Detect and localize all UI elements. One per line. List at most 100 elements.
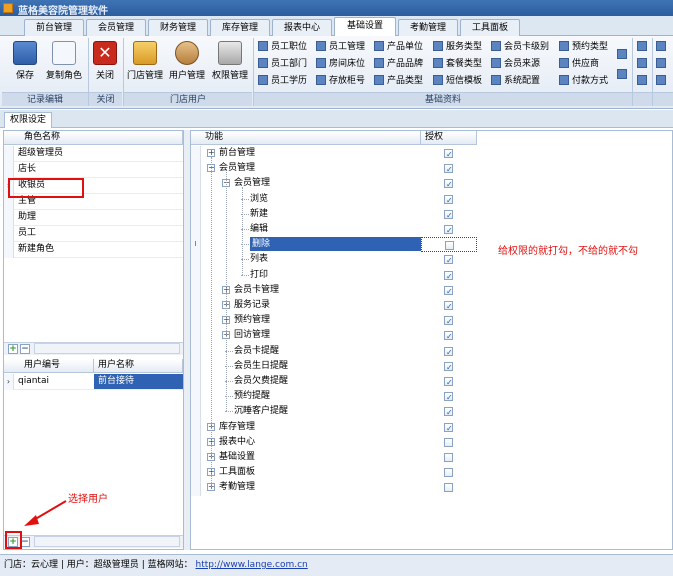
authorize-checkbox[interactable] xyxy=(444,391,453,405)
role-row[interactable]: 助理 xyxy=(14,210,183,226)
btn-overflow-4[interactable] xyxy=(656,40,669,55)
permission-row[interactable]: + 库存管理 xyxy=(191,419,672,436)
close-button[interactable]: ✕ 关闭 xyxy=(90,39,120,87)
permission-row[interactable]: + 服务记录 xyxy=(191,298,672,314)
authorize-checkbox[interactable] xyxy=(444,270,453,284)
authorize-checkbox[interactable] xyxy=(444,163,453,177)
add-role-button[interactable]: + xyxy=(8,344,18,354)
authorize-checkbox[interactable] xyxy=(444,361,453,375)
btn-overflow-3[interactable] xyxy=(637,74,650,89)
permission-row[interactable]: 打印 xyxy=(191,267,672,284)
authorize-checkbox[interactable] xyxy=(444,376,453,390)
authorize-checkbox[interactable] xyxy=(444,209,453,223)
permission-row[interactable]: 预约提醒 xyxy=(191,389,672,405)
authorize-checkbox[interactable] xyxy=(444,178,453,192)
permission-label: 基础设置 xyxy=(219,452,256,462)
role-row[interactable]: 超级管理员 xyxy=(14,146,183,162)
permission-row[interactable]: 新建 xyxy=(191,206,672,223)
btn-more-bottom[interactable] xyxy=(617,68,630,83)
permission-row[interactable]: 沉睡客户提醒 xyxy=(191,404,672,420)
btn-overflow-5[interactable] xyxy=(656,57,669,72)
authorize-checkbox[interactable] xyxy=(444,224,453,238)
permission-row[interactable]: + 工具面板 xyxy=(191,465,672,481)
btn-package-type[interactable]: 套餐类型 xyxy=(433,57,482,72)
role-row[interactable]: 店长 xyxy=(14,162,183,178)
btn-supplier[interactable]: 供应商 xyxy=(559,57,599,72)
btn-employee-department[interactable]: 员工部门 xyxy=(258,57,307,72)
authorize-checkbox[interactable] xyxy=(444,346,453,360)
authorize-checkbox[interactable] xyxy=(444,148,453,162)
tab-tools[interactable]: 工具面板 xyxy=(460,19,520,36)
users-hscrollbar[interactable] xyxy=(34,536,180,547)
btn-room-bed[interactable]: 房间床位 xyxy=(316,57,365,72)
authorize-checkbox[interactable] xyxy=(444,422,453,436)
btn-more-top[interactable] xyxy=(617,48,630,63)
btn-product-brand[interactable]: 产品品牌 xyxy=(374,57,423,72)
btn-locker[interactable]: 存放柜号 xyxy=(316,74,365,89)
authorize-checkbox[interactable] xyxy=(444,437,453,447)
delete-role-button[interactable]: − xyxy=(20,344,30,354)
authorize-checkbox[interactable] xyxy=(444,468,453,478)
list-icon xyxy=(433,41,443,51)
permission-row[interactable]: + 会员卡管理 xyxy=(191,282,672,299)
authorize-checkbox[interactable] xyxy=(444,285,453,299)
tab-basic-settings[interactable]: 基础设置 xyxy=(334,17,396,37)
permission-row[interactable]: 浏览 xyxy=(191,191,672,208)
btn-card-level[interactable]: 会员卡级别 xyxy=(491,40,549,55)
btn-overflow-2[interactable] xyxy=(637,57,650,72)
permission-row[interactable]: − 会员管理 xyxy=(191,161,672,177)
perm-mgmt-button[interactable]: 权限管理 xyxy=(209,39,251,87)
tab-attendance[interactable]: 考勤管理 xyxy=(398,19,458,36)
btn-employee-education[interactable]: 员工学历 xyxy=(258,74,307,89)
btn-employee-position[interactable]: 员工职位 xyxy=(258,40,307,55)
authorize-checkbox[interactable] xyxy=(444,315,453,329)
btn-product-type[interactable]: 产品类型 xyxy=(374,74,423,89)
authorize-checkbox[interactable] xyxy=(444,406,453,420)
tab-finance[interactable]: 财务管理 xyxy=(148,19,208,36)
permission-row[interactable]: + 回访管理 xyxy=(191,328,672,344)
copy-role-button[interactable]: 复制角色 xyxy=(42,39,86,87)
btn-member-source[interactable]: 会员来源 xyxy=(491,57,540,72)
permission-row[interactable]: 会员欠费提醒 xyxy=(191,374,672,390)
authorize-checkbox[interactable] xyxy=(444,483,453,493)
user-mgmt-button[interactable]: 用户管理 xyxy=(167,39,207,87)
permission-row[interactable]: + 前台管理 xyxy=(191,146,672,162)
permission-row[interactable]: 会员卡提醒 xyxy=(191,343,672,360)
store-mgmt-button[interactable]: 门店管理 xyxy=(125,39,165,87)
save-button[interactable]: 保存 xyxy=(8,39,42,87)
tab-member[interactable]: 会员管理 xyxy=(86,19,146,36)
permission-row[interactable]: + 考勤管理 xyxy=(191,480,672,496)
permission-row[interactable]: + 报表中心 xyxy=(191,434,672,450)
user-name-cell[interactable]: 前台接待 xyxy=(94,374,183,390)
authorize-checkbox[interactable] xyxy=(444,330,453,344)
btn-product-unit[interactable]: 产品单位 xyxy=(374,40,423,55)
roles-hscrollbar[interactable] xyxy=(34,343,180,354)
status-website-link[interactable]: http://www.lange.com.cn xyxy=(195,560,307,570)
btn-system-config[interactable]: 系统配置 xyxy=(491,74,540,89)
authorize-checkbox[interactable] xyxy=(444,194,453,208)
btn-sms-template[interactable]: 短信模板 xyxy=(433,74,482,89)
btn-overflow-1[interactable] xyxy=(637,40,650,55)
permission-row[interactable]: + 预约管理 xyxy=(191,313,672,329)
authorize-checkbox[interactable] xyxy=(444,453,453,462)
permission-row[interactable]: − 会员管理 xyxy=(191,176,672,192)
btn-payment-method[interactable]: 付款方式 xyxy=(559,74,608,89)
tab-front-desk[interactable]: 前台管理 xyxy=(24,19,84,36)
permission-row[interactable]: 编辑 xyxy=(191,222,672,238)
tab-reports[interactable]: 报表中心 xyxy=(272,19,332,36)
authorize-checkbox[interactable] xyxy=(444,300,453,314)
user-id-cell[interactable]: qiantai xyxy=(14,374,94,390)
tab-inventory[interactable]: 库存管理 xyxy=(210,19,270,36)
btn-overflow-6[interactable] xyxy=(656,74,669,89)
permission-row[interactable]: + 基础设置 xyxy=(191,450,672,466)
btn-service-type[interactable]: 服务类型 xyxy=(433,40,482,55)
expand-icon[interactable]: + xyxy=(207,149,215,157)
role-row[interactable]: 员工 xyxy=(14,226,183,242)
btn-appointment-type[interactable]: 预约类型 xyxy=(559,40,608,55)
role-row[interactable]: 新建角色 xyxy=(14,242,183,258)
authorize-checkbox[interactable] xyxy=(445,241,454,251)
permission-row[interactable]: 会员生日提醒 xyxy=(191,358,672,375)
tab-permission-settings[interactable]: 权限设定 xyxy=(4,112,53,128)
authorize-checkbox[interactable] xyxy=(444,254,453,268)
btn-employee-mgmt[interactable]: 员工管理 xyxy=(316,40,365,55)
